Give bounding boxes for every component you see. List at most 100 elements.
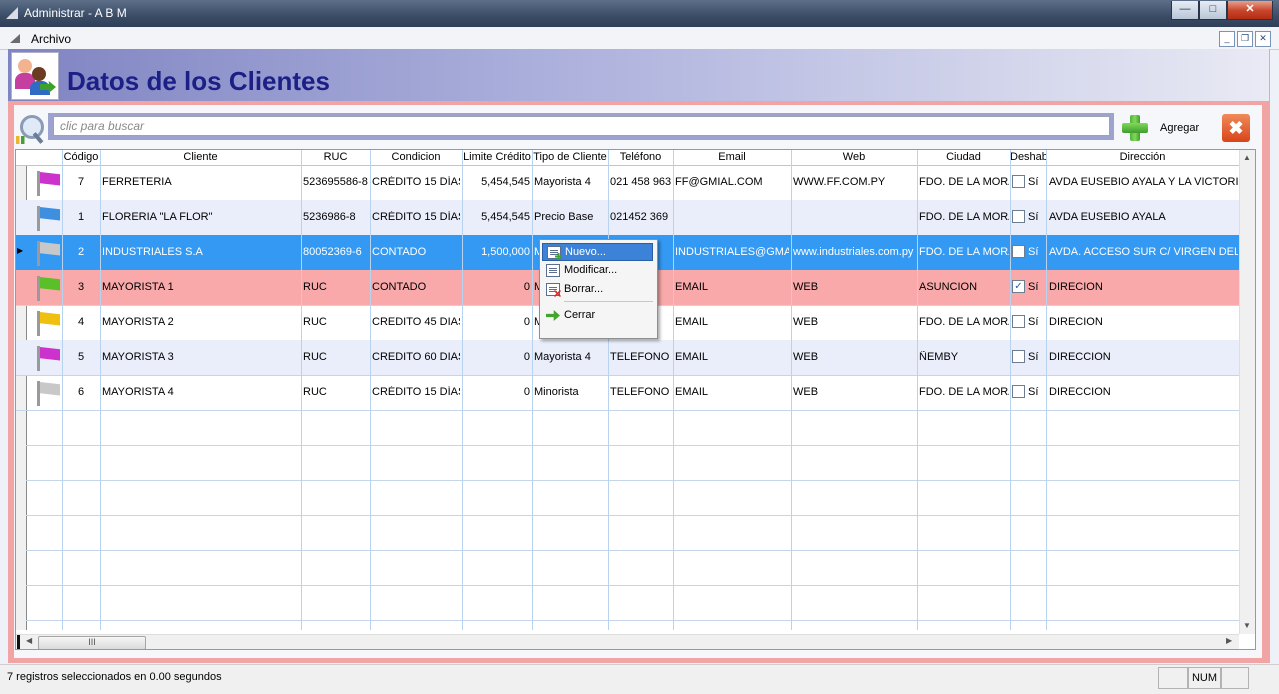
cell-ciudad[interactable]: FDO. DE LA MORA: [919, 316, 1009, 328]
cell-cliente[interactable]: FLORERIA "LA FLOR": [102, 211, 299, 223]
menu-archivo[interactable]: Archivo: [31, 32, 71, 46]
deshab-checkbox[interactable]: [1012, 210, 1025, 223]
cell-ciudad[interactable]: ASUNCION: [919, 281, 1009, 293]
cell-cliente[interactable]: INDUSTRIALES S.A: [102, 246, 299, 258]
add-button-label[interactable]: Agregar: [1160, 122, 1199, 134]
cell-email[interactable]: INDUSTRIALES@GMAIL: [675, 246, 789, 258]
cell-ruc[interactable]: 523695586-8: [303, 176, 369, 188]
close-form-button[interactable]: ✖: [1222, 114, 1250, 142]
cell-condicion[interactable]: CRÉDITO 15 DÍAS: [372, 211, 460, 223]
cell-ciudad[interactable]: FDO. DE LA MORA: [919, 246, 1009, 258]
cell-limite[interactable]: 0: [462, 386, 530, 398]
cell-ciudad[interactable]: FDO. DE LA MORA: [919, 211, 1009, 223]
cell-cliente[interactable]: MAYORISTA 4: [102, 386, 299, 398]
cell-condicion[interactable]: CONTADO: [372, 246, 460, 258]
col-header-ciudad[interactable]: Ciudad: [917, 151, 1010, 163]
cell-codigo[interactable]: 7: [62, 176, 100, 188]
col-header-cliente[interactable]: Cliente: [100, 151, 301, 163]
close-window-button[interactable]: ✕: [1227, 1, 1273, 20]
cell-cliente[interactable]: FERRETERIA: [102, 176, 299, 188]
minimize-button[interactable]: —: [1171, 1, 1199, 20]
scroll-left-arrow-icon[interactable]: ◀: [26, 636, 32, 645]
cell-direccion[interactable]: DIRECION: [1049, 316, 1238, 328]
cell-tipo[interactable]: Mayorista 4: [534, 176, 606, 188]
cell-codigo[interactable]: 6: [62, 386, 100, 398]
cell-direccion[interactable]: AVDA. ACCESO SUR C/ VIRGEN DEL RO: [1049, 246, 1238, 258]
deshab-checkbox[interactable]: [1012, 175, 1025, 188]
cell-web[interactable]: www.industriales.com.py: [793, 246, 915, 258]
cell-web[interactable]: WEB: [793, 281, 915, 293]
cell-cliente[interactable]: MAYORISTA 2: [102, 316, 299, 328]
cell-telefono[interactable]: 021 458 963: [610, 176, 671, 188]
context-menu-borrar[interactable]: Borrar...: [542, 281, 653, 299]
cell-codigo[interactable]: 2: [62, 246, 100, 258]
deshab-checkbox[interactable]: ✓: [1012, 280, 1025, 293]
cell-ruc[interactable]: 80052369-6: [303, 246, 369, 258]
cell-condicion[interactable]: CRÉDITO 15 DÍAS: [372, 386, 460, 398]
scroll-down-arrow-icon[interactable]: ▼: [1243, 621, 1251, 630]
horizontal-scrollbar[interactable]: ◀ III ▶: [16, 634, 1239, 649]
cell-limite[interactable]: 0: [462, 351, 530, 363]
cell-web[interactable]: WEB: [793, 351, 915, 363]
cell-condicion[interactable]: CONTADO: [372, 281, 460, 293]
cell-limite[interactable]: 1,500,000: [462, 246, 530, 258]
cell-codigo[interactable]: 3: [62, 281, 100, 293]
context-menu-modificar[interactable]: Modificar...: [542, 262, 653, 280]
cell-cliente[interactable]: MAYORISTA 1: [102, 281, 299, 293]
cell-email[interactable]: EMAIL: [675, 281, 789, 293]
cell-ruc[interactable]: RUC: [303, 281, 369, 293]
col-header-codigo[interactable]: Código: [62, 151, 100, 163]
cell-web[interactable]: WWW.FF.COM.PY: [793, 176, 915, 188]
table-row[interactable]: 7 FERRETERIA 523695586-8 CRÉDITO 15 DÍAS 5,4…: [16, 165, 1239, 201]
add-button[interactable]: [1120, 114, 1150, 142]
col-header-tipo[interactable]: Tipo de Cliente: [532, 151, 608, 163]
cell-codigo[interactable]: 1: [62, 211, 100, 223]
col-header-telefono[interactable]: Teléfono: [608, 151, 673, 163]
cell-ruc[interactable]: RUC: [303, 386, 369, 398]
cell-direccion[interactable]: AVDA EUSEBIO AYALA: [1049, 211, 1238, 223]
cell-cliente[interactable]: MAYORISTA 3: [102, 351, 299, 363]
cell-ciudad[interactable]: FDO. DE LA MORA: [919, 386, 1009, 398]
col-header-ruc[interactable]: RUC: [301, 151, 370, 163]
cell-codigo[interactable]: 5: [62, 351, 100, 363]
context-menu-cerrar[interactable]: Cerrar: [542, 307, 653, 325]
search-icon[interactable]: [16, 114, 46, 144]
cell-ciudad[interactable]: ÑEMBY: [919, 351, 1009, 363]
cell-tipo[interactable]: Precio Base: [534, 211, 606, 223]
cell-limite[interactable]: 5,454,545: [462, 211, 530, 223]
maximize-button[interactable]: □: [1199, 1, 1227, 20]
cell-tipo[interactable]: Mayorista 4: [534, 351, 606, 363]
cell-web[interactable]: WEB: [793, 386, 915, 398]
cell-tipo[interactable]: Minorista: [534, 386, 606, 398]
cell-email[interactable]: FF@GMIAL.COM: [675, 176, 789, 188]
scroll-up-arrow-icon[interactable]: ▲: [1243, 153, 1251, 162]
deshab-checkbox[interactable]: [1012, 350, 1025, 363]
cell-codigo[interactable]: 4: [62, 316, 100, 328]
col-header-deshab[interactable]: Deshab: [1010, 151, 1046, 163]
mdi-close-button[interactable]: ✕: [1255, 31, 1271, 47]
cell-email[interactable]: EMAIL: [675, 316, 789, 328]
table-row[interactable]: 6 MAYORISTA 4 RUC CRÉDITO 15 DÍAS 0 Minorista…: [16, 375, 1239, 411]
scroll-right-arrow-icon[interactable]: ▶: [1226, 636, 1232, 645]
cell-direccion[interactable]: DIRECCION: [1049, 386, 1238, 398]
table-row[interactable]: 1 FLORERIA "LA FLOR" 5236986-8 CRÉDITO 15 D…: [16, 200, 1239, 236]
cell-direccion[interactable]: AVDA EUSEBIO AYALA Y LA VICTORIA: [1049, 176, 1238, 188]
col-header-email[interactable]: Email: [673, 151, 791, 163]
cell-ruc[interactable]: 5236986-8: [303, 211, 369, 223]
col-header-web[interactable]: Web: [791, 151, 917, 163]
cell-ruc[interactable]: RUC: [303, 351, 369, 363]
cell-direccion[interactable]: DIRECION: [1049, 281, 1238, 293]
cell-direccion[interactable]: DIRECCION: [1049, 351, 1238, 363]
mdi-restore-button[interactable]: ❐: [1237, 31, 1253, 47]
col-header-limite[interactable]: Limite Crédito: [462, 151, 532, 163]
table-row[interactable]: 5 MAYORISTA 3 RUC CREDITO 60 DIAS 0 Mayorista…: [16, 340, 1239, 376]
cell-email[interactable]: EMAIL: [675, 386, 789, 398]
cell-web[interactable]: WEB: [793, 316, 915, 328]
deshab-checkbox[interactable]: [1012, 245, 1025, 258]
cell-limite[interactable]: 0: [462, 281, 530, 293]
cell-limite[interactable]: 0: [462, 316, 530, 328]
cell-limite[interactable]: 5,454,545: [462, 176, 530, 188]
search-input[interactable]: [53, 116, 1110, 136]
cell-ciudad[interactable]: FDO. DE LA MORA: [919, 176, 1009, 188]
mdi-minimize-button[interactable]: _: [1219, 31, 1235, 47]
